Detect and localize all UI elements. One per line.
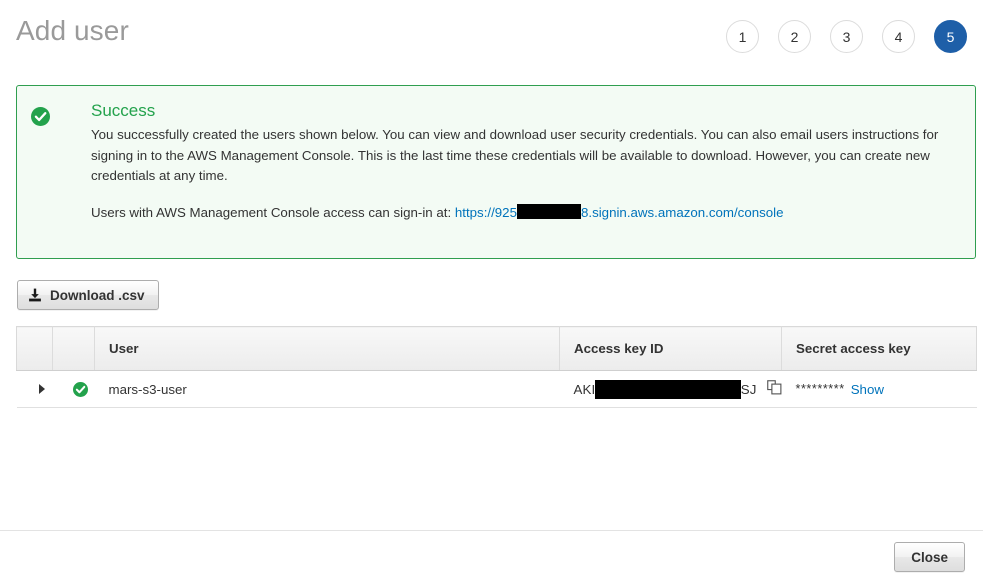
footer-divider: [0, 530, 983, 531]
column-header-user: User: [95, 327, 560, 371]
wizard-step-3[interactable]: 3: [830, 20, 863, 53]
signin-url-suffix: 8.signin.aws.amazon.com/console: [581, 205, 784, 220]
show-secret-link[interactable]: Show: [851, 382, 884, 397]
download-csv-label: Download .csv: [50, 288, 145, 303]
table-header-row: User Access key ID Secret access key: [17, 327, 977, 371]
download-csv-button[interactable]: Download .csv: [17, 280, 159, 310]
column-header-access-key-id: Access key ID: [560, 327, 782, 371]
wizard-step-indicator: 1 2 3 4 5: [726, 20, 967, 53]
download-icon: [28, 288, 42, 302]
redaction-bar-access-key: [595, 380, 741, 399]
copy-icon[interactable]: [767, 380, 782, 398]
add-user-wizard-page: Add user 1 2 3 4 5 Success You successfu…: [0, 0, 983, 576]
signin-url-prefix: https://925: [455, 205, 517, 220]
access-key-prefix: AKI: [574, 382, 596, 397]
table-body: mars-s3-user AKI SJ: [17, 371, 977, 408]
success-alert: Success You successfully created the use…: [16, 85, 976, 259]
redaction-bar-account-id: [517, 204, 581, 219]
column-header-expand: [17, 327, 53, 371]
wizard-step-4[interactable]: 4: [882, 20, 915, 53]
wizard-step-2[interactable]: 2: [778, 20, 811, 53]
wizard-step-5[interactable]: 5: [934, 20, 967, 53]
success-alert-message: You successfully created the users shown…: [91, 125, 959, 187]
column-header-status: [53, 327, 95, 371]
row-access-key-cell: AKI SJ: [560, 371, 782, 408]
check-circle-icon: [67, 382, 95, 397]
success-alert-title: Success: [91, 100, 959, 121]
table-header: User Access key ID Secret access key: [17, 327, 977, 371]
wizard-step-1[interactable]: 1: [726, 20, 759, 53]
signin-line: Users with AWS Management Console access…: [91, 203, 959, 224]
signin-prefix-text: Users with AWS Management Console access…: [91, 205, 451, 220]
page-title: Add user: [16, 14, 129, 48]
signin-url-link[interactable]: https://925 8.signin.aws.amazon.com/conso…: [455, 205, 784, 220]
credentials-table: User Access key ID Secret access key: [16, 326, 977, 408]
success-alert-body: Success You successfully created the use…: [91, 100, 959, 223]
page-header: Add user 1 2 3 4 5: [0, 0, 983, 72]
secret-key-mask: *********: [796, 382, 845, 396]
access-key-suffix: SJ: [741, 382, 757, 397]
access-key-value: AKI SJ: [574, 380, 782, 399]
row-user-cell: mars-s3-user: [95, 371, 560, 408]
column-header-secret-access-key: Secret access key: [782, 327, 977, 371]
table-row: mars-s3-user AKI SJ: [17, 371, 977, 408]
row-expand-cell[interactable]: [17, 371, 53, 408]
close-button[interactable]: Close: [894, 542, 965, 572]
check-circle-icon: [31, 107, 50, 126]
row-status-cell: [53, 371, 95, 408]
caret-right-icon[interactable]: [39, 384, 45, 394]
credentials-table-container: User Access key ID Secret access key: [16, 326, 976, 408]
row-secret-key-cell: ********* Show: [782, 371, 977, 408]
